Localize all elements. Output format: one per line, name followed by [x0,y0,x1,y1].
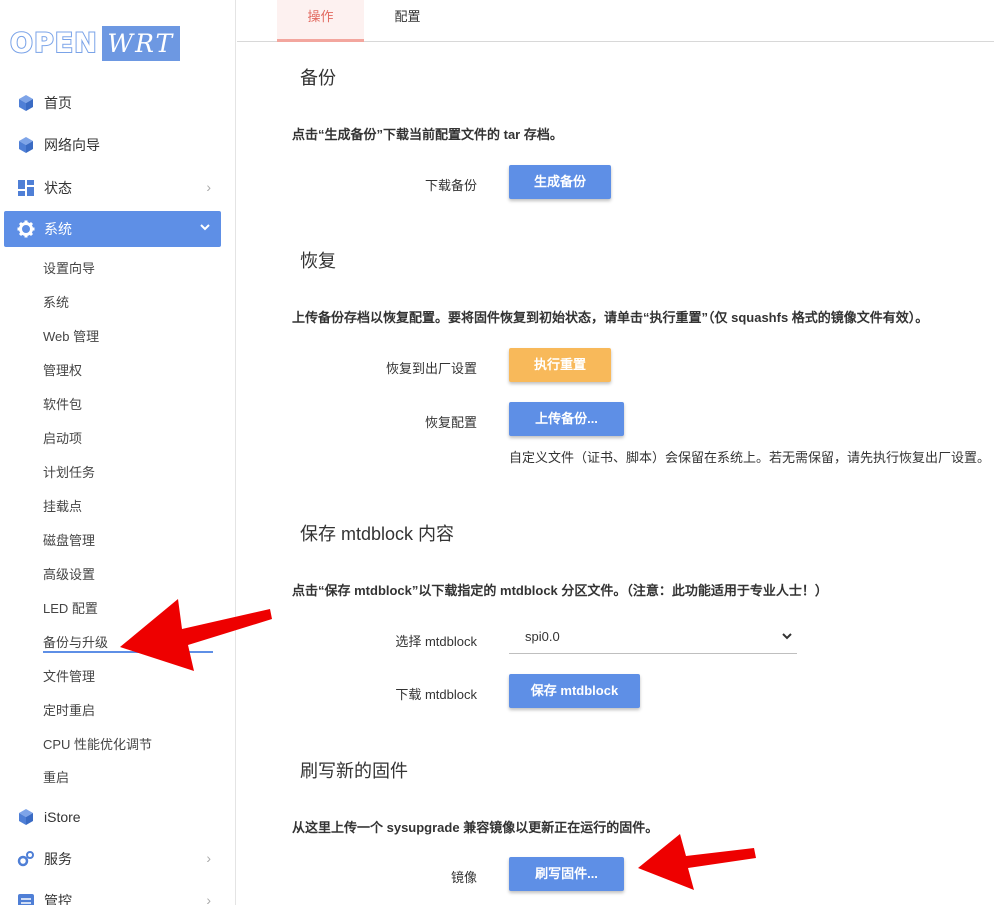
submenu-item[interactable]: 高级设置 [43,565,95,585]
restore-description: 上传备份存档以恢复配置。要将固件恢复到初始状态，请单击“执行重置”（仅 squa… [292,310,929,325]
mtdblock-section-title: 保存 mtdblock 内容 [300,524,455,544]
sidebar-item-services[interactable]: 服务 › [4,841,221,877]
tab-bar: 操作 配置 [237,0,994,42]
generate-backup-button[interactable]: 生成备份 [509,165,611,199]
download-backup-label: 下载备份 [424,178,477,193]
mtdblock-select-value: spi0.0 [525,629,560,644]
submenu-item[interactable]: LED 配置 [43,599,98,619]
logo-open-text: OPEN [9,27,98,60]
sidebar-item-network-wizard[interactable]: 网络向导 [4,127,221,163]
chevron-right-icon: › [206,892,211,905]
sidebar-item-system[interactable]: 系统 [4,211,221,247]
submenu-item[interactable]: 管理权 [43,361,82,381]
cube-icon [16,807,36,827]
factory-reset-label: 恢复到出厂设置 [385,361,477,376]
gear-icon [16,219,36,239]
mtdblock-description: 点击“保存 mtdblock”以下载指定的 mtdblock 分区文件。（注意：… [292,583,828,598]
tab-config[interactable]: 配置 [364,0,451,42]
cube-icon [16,135,36,155]
submenu-item[interactable]: 重启 [43,768,69,788]
restore-config-label: 恢复配置 [424,415,477,430]
sidebar-item-label: 首页 [44,95,72,111]
mtdblock-select[interactable]: spi0.0 [509,622,797,654]
backup-description: 点击“生成备份”下载当前配置文件的 tar 存档。 [292,127,563,142]
submenu-item[interactable]: 系统 [43,293,69,313]
dashboard-icon [16,178,36,198]
sidebar-item-label: 网络向导 [44,137,100,153]
sidebar-item-label: 系统 [44,221,72,237]
sidebar-item-label: 状态 [44,180,72,196]
annotation-arrow-flash [638,834,756,890]
restore-help-text: 自定义文件（证书、脚本）会保留在系统上。若无需保留，请先执行恢复出厂设置。 [509,450,991,465]
sidebar-item-label: iStore [44,809,81,825]
perform-reset-button[interactable]: 执行重置 [509,348,611,382]
flash-section-title: 刷写新的固件 [300,761,408,781]
tab-operations[interactable]: 操作 [277,0,364,42]
submenu-item[interactable]: 定时重启 [43,701,95,721]
submenu-item[interactable]: CPU 性能优化调节 [43,735,152,755]
sliders-icon [16,891,36,905]
submenu-item[interactable]: 软件包 [43,395,82,415]
gears-icon [16,849,36,869]
save-mtdblock-button[interactable]: 保存 mtdblock [509,674,640,708]
sidebar-item-label: 管控 [44,893,72,905]
chevron-right-icon: › [206,850,211,866]
submenu-item[interactable]: 计划任务 [43,463,95,483]
sidebar-item-control[interactable]: 管控 › [4,883,221,905]
image-label: 镜像 [450,870,477,885]
submenu-item[interactable]: 启动项 [43,429,82,449]
sidebar-item-status[interactable]: 状态 › [4,170,221,206]
submenu-item[interactable]: Web 管理 [43,327,99,347]
chevron-down-icon [199,220,211,236]
download-mtdblock-label: 下载 mtdblock [395,687,477,702]
sidebar-item-home[interactable]: 首页 [4,85,221,121]
cube-icon [16,93,36,113]
chevron-right-icon: › [206,179,211,195]
restore-section-title: 恢复 [300,251,336,271]
annotation-arrow-sidebar [120,599,272,671]
openwrt-logo[interactable]: OPEN WRT [9,24,180,62]
sidebar: OPEN WRT 首页 网络向导 状态 › 系统 设置向导 系统 Web 管理 … [0,0,236,905]
sidebar-item-istore[interactable]: iStore [4,799,221,835]
sidebar-item-label: 服务 [44,851,72,867]
submenu-item[interactable]: 设置向导 [43,259,95,279]
chevron-down-icon [781,622,793,663]
flash-description: 从这里上传一个 sysupgrade 兼容镜像以更新正在运行的固件。 [292,820,659,835]
flash-firmware-button[interactable]: 刷写固件... [509,857,624,891]
submenu-item[interactable]: 磁盘管理 [43,531,95,551]
select-mtdblock-label: 选择 mtdblock [395,634,477,649]
backup-section-title: 备份 [300,68,336,88]
logo-wrt-text: WRT [101,25,180,61]
submenu-item[interactable]: 文件管理 [43,667,95,687]
submenu-item[interactable]: 挂载点 [43,497,82,517]
upload-backup-button[interactable]: 上传备份... [509,402,624,436]
